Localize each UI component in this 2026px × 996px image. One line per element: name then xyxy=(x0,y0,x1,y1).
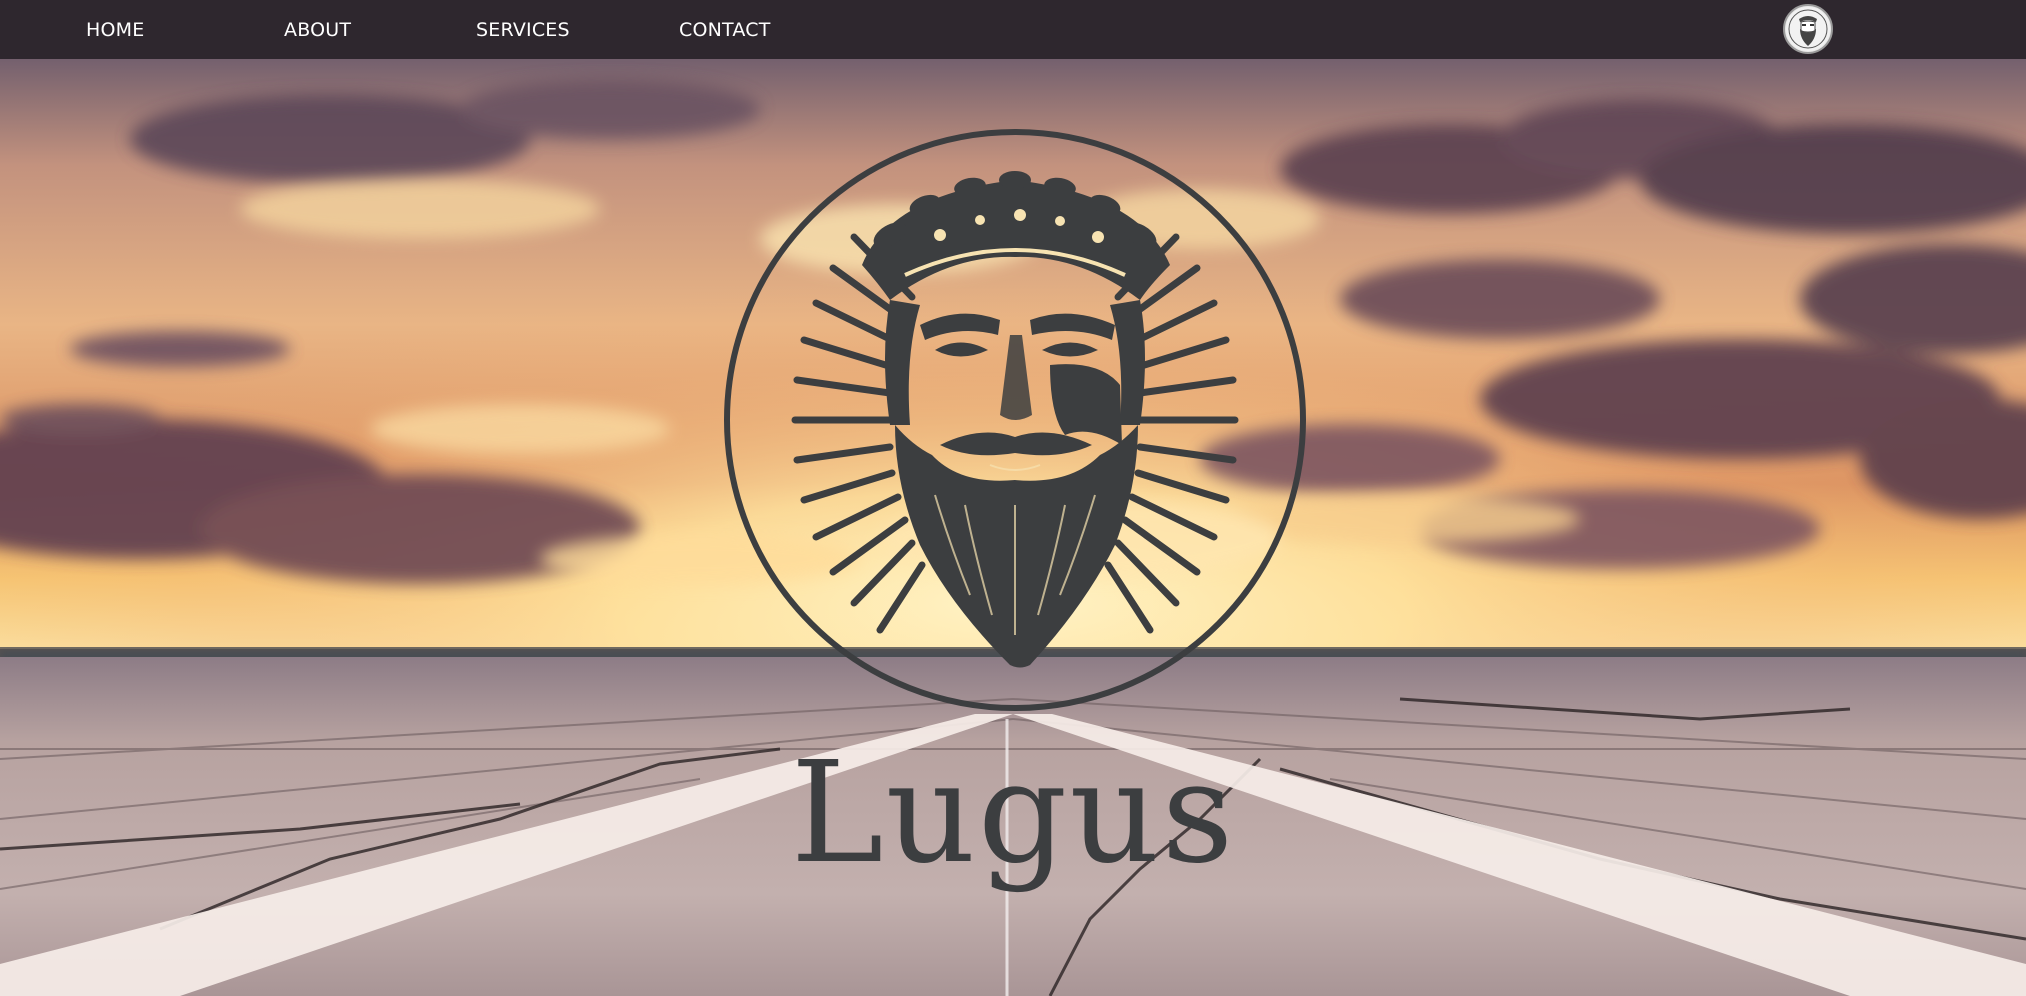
nav-link-home[interactable]: HOME xyxy=(86,18,144,42)
nav-link-about[interactable]: ABOUT xyxy=(284,18,351,42)
bearded-man-laurel-crown-emblem-icon xyxy=(724,129,1306,711)
profile-avatar-button[interactable] xyxy=(1783,4,1833,54)
bearded-head-icon xyxy=(1786,7,1830,51)
nav-link-contact[interactable]: CONTACT xyxy=(679,18,771,42)
top-navigation-bar: HOME ABOUT SERVICES CONTACT xyxy=(0,0,2026,59)
nav-link-services[interactable]: SERVICES xyxy=(476,18,570,42)
hero-section: Lugus xyxy=(0,59,2026,996)
brand-name-title: Lugus xyxy=(790,732,1236,895)
